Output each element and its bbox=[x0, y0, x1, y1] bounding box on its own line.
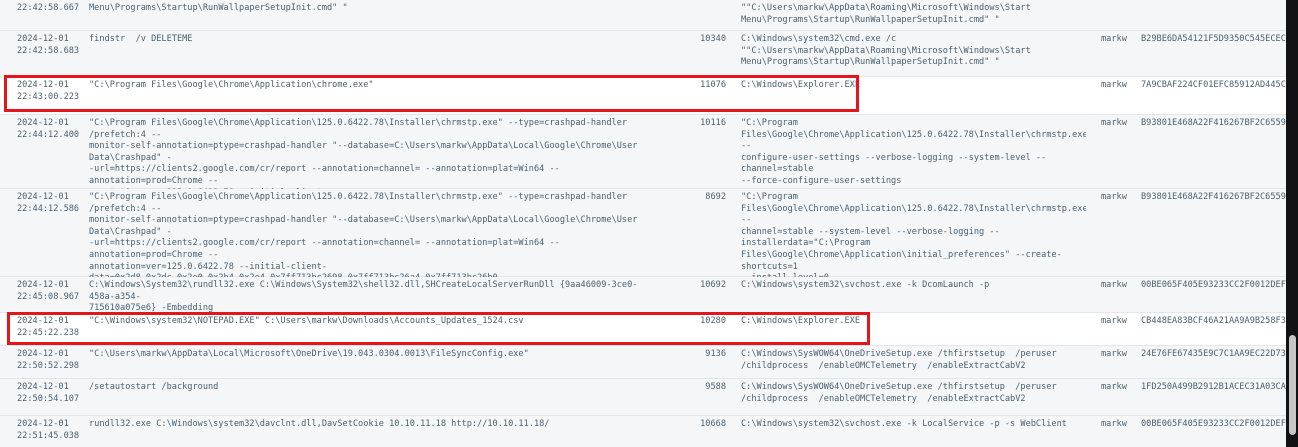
command-line-cell: Menu\Programs\Startup\RunWallpaperSetupI… bbox=[89, 3, 348, 13]
command-line-cell: "C:\Program Files\Google\Chrome\Applicat… bbox=[89, 192, 638, 283]
command-line-cell: /setautostart /background bbox=[89, 382, 219, 392]
command-line-cell: "C:\Users\markw\AppData\Local\Microsoft\… bbox=[89, 349, 529, 359]
hash-cell: B93801E468A22F416267BF2C6559914 bbox=[1141, 118, 1286, 128]
timestamp-cell: 2024-12-01 22:50:52.298 bbox=[17, 349, 80, 371]
parent-command-cell: "C:\Program Files\Google\Chrome\Applicat… bbox=[741, 118, 1086, 186]
command-line-cell: findstr /v DELETEME bbox=[89, 34, 193, 44]
timestamp-cell: 2024-12-01 22:44:12.586 bbox=[17, 192, 80, 214]
user-cell: markw bbox=[1101, 118, 1127, 128]
user-cell: markw bbox=[1101, 192, 1127, 202]
hash-cell: 00BE065F405E93233CC2F0012DEFDCB bbox=[1141, 280, 1286, 290]
pid-cell: 9588 bbox=[705, 382, 726, 392]
table-row[interactable]: 2024-12-01 22:42:58.683 findstr /v DELETE… bbox=[0, 31, 1286, 77]
user-cell: markw bbox=[1101, 382, 1127, 392]
parent-command-cell: C:\Windows\SysWOW64\OneDriveSetup.exe /t… bbox=[741, 349, 1057, 371]
parent-command-cell: C:\Windows\Explorer.EXE bbox=[741, 316, 860, 326]
hash-cell: CB448EA83BCF46A21AA9A9B258F39C8 bbox=[1141, 316, 1286, 326]
table-row[interactable]: 2024-12-01 22:43:00.223 "C:\Program Files… bbox=[0, 77, 1286, 115]
hash-cell: 1FD250A499B2912B1ACEC31A03CAA32 bbox=[1141, 382, 1286, 392]
pid-cell: 10692 bbox=[700, 280, 726, 290]
user-cell: markw bbox=[1101, 349, 1127, 359]
table-row[interactable]: 2024-12-01 22:51:45.038 rundll32.exe C:\W… bbox=[0, 416, 1286, 447]
parent-command-cell: ""C:\Users\markw\AppData\Roaming\Microso… bbox=[741, 3, 1031, 25]
hash-cell: 24E76FE67435E9C7C1AA9EC22D736DE bbox=[1141, 349, 1286, 359]
timestamp-cell: 2024-12-01 22:51:45.038 bbox=[17, 419, 80, 441]
command-line-cell: "C:\Windows\system32\NOTEPAD.EXE" C:\Use… bbox=[89, 316, 524, 326]
parent-command-cell: "C:\Program Files\Google\Chrome\Applicat… bbox=[741, 192, 1086, 283]
timestamp-cell: 2024-12-01 22:42:58.683 bbox=[17, 34, 80, 56]
pid-cell: 8692 bbox=[705, 192, 726, 202]
table-row[interactable]: 2024-12-01 22:45:08.967 C:\Windows\System… bbox=[0, 277, 1286, 313]
user-cell: markw bbox=[1101, 280, 1127, 290]
scrollbar-thumb[interactable] bbox=[1289, 335, 1296, 435]
pid-cell: 10280 bbox=[700, 316, 726, 326]
pid-cell: 9136 bbox=[705, 349, 726, 359]
pid-cell: 10668 bbox=[700, 419, 726, 429]
user-cell: markw bbox=[1101, 34, 1127, 44]
timestamp-cell: 2024-12-01 22:44:12.400 bbox=[17, 118, 80, 140]
user-cell: markw bbox=[1101, 419, 1127, 429]
user-cell: markw bbox=[1101, 316, 1127, 326]
pid-cell: 11076 bbox=[700, 80, 726, 90]
hash-cell: 7A9CBAF224CF01EFC85912AD445C143 bbox=[1141, 80, 1286, 90]
timestamp-cell: 2024-12-01 22:50:54.107 bbox=[17, 382, 80, 404]
timestamp-cell: 2024-12-01 22:45:08.967 bbox=[17, 280, 80, 302]
table-row[interactable]: 2024-12-01 22:50:52.298 "C:\Users\markw\A… bbox=[0, 346, 1286, 379]
table-row[interactable]: 2024-12-01 22:44:12.586 "C:\Program Files… bbox=[0, 189, 1286, 283]
hash-cell: 00BE065F405E93233CC2F0012DEFDCB bbox=[1141, 419, 1286, 429]
hash-cell: B93801E468A22F416267BF2C6559914 bbox=[1141, 192, 1286, 202]
parent-command-cell: C:\Windows\system32\cmd.exe /c ""C:\User… bbox=[741, 34, 1031, 68]
timestamp-cell: 2024-12-01 22:45:22.238 bbox=[17, 316, 80, 338]
process-log-table: 22:42:58.667 Menu\Programs\Startup\RunWal… bbox=[0, 0, 1286, 447]
user-cell: markw bbox=[1101, 80, 1127, 90]
parent-command-cell: C:\Windows\SysWOW64\OneDriveSetup.exe /t… bbox=[741, 382, 1057, 404]
table-row[interactable]: 2024-12-01 22:45:22.238 "C:\Windows\syste… bbox=[0, 313, 1286, 346]
timestamp-cell: 22:42:58.667 bbox=[17, 3, 80, 13]
vertical-scrollbar[interactable] bbox=[1286, 0, 1298, 447]
command-line-cell: C:\Windows\System32\rundll32.exe C:\Wind… bbox=[89, 280, 638, 314]
parent-command-cell: C:\Windows\Explorer.EXE bbox=[741, 80, 860, 90]
table-row[interactable]: 2024-12-01 22:50:54.107/setautostart /ba… bbox=[0, 379, 1286, 416]
pid-cell: 10340 bbox=[700, 34, 726, 44]
parent-command-cell: C:\Windows\system32\svchost.exe -k Local… bbox=[741, 419, 1067, 429]
hash-cell: B29BE6DA54121F5D9350C545ECECCE2 bbox=[1141, 34, 1286, 44]
table-row[interactable]: 2024-12-01 22:44:12.400 "C:\Program Files… bbox=[0, 115, 1286, 209]
timestamp-cell: 2024-12-01 22:43:00.223 bbox=[17, 80, 80, 102]
table-row[interactable]: 22:42:58.667 Menu\Programs\Startup\RunWal… bbox=[0, 0, 1286, 31]
pid-cell: 10116 bbox=[700, 118, 726, 128]
command-line-cell: rundll32.exe C:\Windows\system32\davclnt… bbox=[89, 419, 550, 429]
parent-command-cell: C:\Windows\system32\svchost.exe -k DcomL… bbox=[741, 280, 990, 290]
command-line-cell: "C:\Program Files\Google\Chrome\Applicat… bbox=[89, 80, 374, 90]
